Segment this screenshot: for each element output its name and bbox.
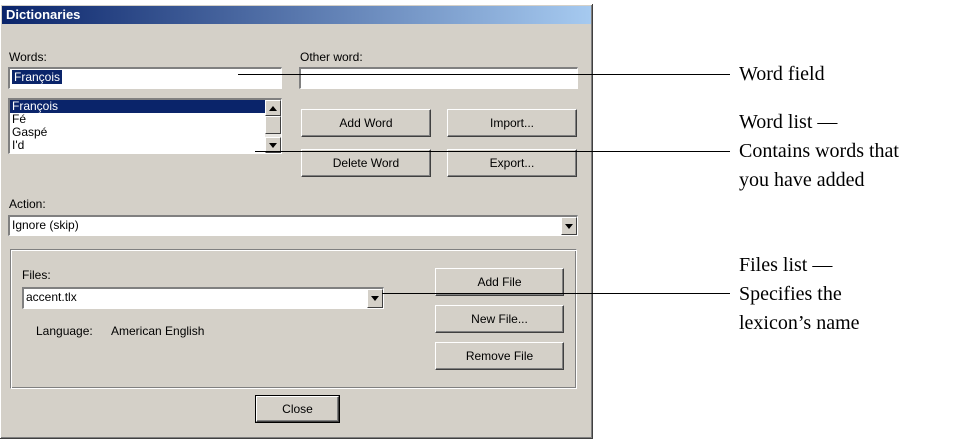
- arrow-down-icon: [269, 142, 277, 148]
- action-label: Action:: [9, 197, 46, 211]
- word-field-value: François: [12, 70, 63, 84]
- dropdown-arrow-icon: [371, 296, 379, 301]
- files-list-callout-line: [382, 293, 730, 294]
- add-file-button[interactable]: Add File: [435, 268, 564, 296]
- dialog-title: Dictionaries: [2, 6, 591, 24]
- scroll-thumb[interactable]: [265, 116, 281, 134]
- files-select[interactable]: accent.tlx: [22, 287, 384, 309]
- word-field[interactable]: François: [8, 67, 282, 89]
- arrow-up-icon: [269, 105, 277, 111]
- word-list-annotation-line2: Contains words that: [739, 140, 899, 162]
- files-value: accent.tlx: [26, 290, 77, 304]
- files-list-annotation-line2: Specifies the: [739, 283, 842, 305]
- import-button[interactable]: Import...: [447, 109, 577, 137]
- word-list[interactable]: François Fé Gaspé I'd: [8, 98, 282, 154]
- word-field-callout-line: [238, 74, 730, 75]
- dropdown-arrow-icon: [565, 223, 573, 229]
- export-button[interactable]: Export...: [447, 149, 577, 177]
- language-value: American English: [111, 324, 205, 338]
- word-list-annotation-line3: you have added: [739, 169, 865, 191]
- action-value: Ignore (skip): [12, 218, 79, 232]
- delete-word-button[interactable]: Delete Word: [301, 149, 431, 177]
- list-item[interactable]: I'd: [10, 139, 281, 152]
- list-item[interactable]: Gaspé: [10, 126, 281, 139]
- files-list-annotation-line1: Files list —: [739, 254, 833, 276]
- scroll-up-button[interactable]: [265, 100, 281, 116]
- words-label: Words:: [9, 50, 47, 64]
- add-word-button[interactable]: Add Word: [301, 109, 431, 137]
- list-item[interactable]: François: [10, 100, 281, 113]
- files-label: Files:: [22, 268, 51, 282]
- word-list-annotation-line1: Word list —: [739, 111, 838, 133]
- files-dropdown-button[interactable]: [367, 289, 383, 308]
- remove-file-button[interactable]: Remove File: [435, 342, 564, 370]
- new-file-button[interactable]: New File...: [435, 305, 564, 333]
- other-word-field[interactable]: [299, 67, 578, 89]
- word-list-callout-line: [255, 151, 730, 152]
- action-dropdown-button[interactable]: [561, 217, 577, 235]
- language-label: Language:: [36, 324, 93, 338]
- word-list-scrollbar[interactable]: [265, 100, 281, 153]
- files-list-annotation-line3: lexicon’s name: [739, 312, 860, 334]
- close-button[interactable]: Close: [255, 395, 340, 423]
- action-select[interactable]: Ignore (skip): [8, 215, 578, 236]
- other-word-label: Other word:: [300, 50, 363, 64]
- word-field-annotation: Word field: [739, 63, 825, 85]
- list-item[interactable]: Fé: [10, 113, 281, 126]
- dictionaries-dialog: Dictionaries Words: François Other word:…: [0, 4, 593, 439]
